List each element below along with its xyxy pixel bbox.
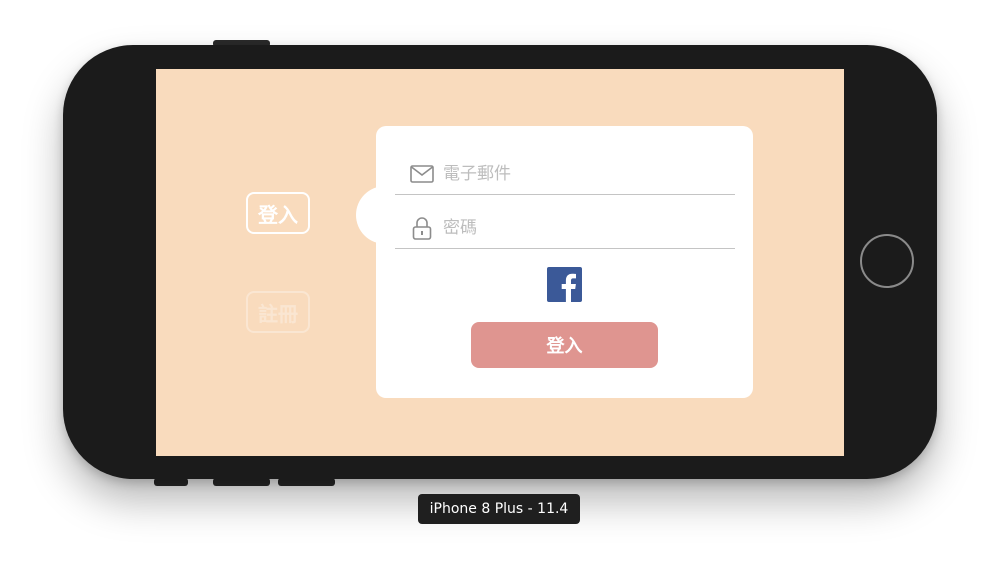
email-field-row [395,154,735,195]
password-input[interactable] [441,217,735,239]
side-button-2 [213,478,270,486]
envelope-icon [409,161,435,187]
login-submit-button[interactable]: 登入 [471,322,658,368]
facebook-icon[interactable] [547,267,582,302]
email-input[interactable] [441,163,735,185]
home-button[interactable] [860,234,914,288]
login-card: 登入 [376,126,753,398]
password-field-row [395,208,735,249]
app-screen: 登入 註冊 電子郵件 登入 [156,69,844,456]
device-label: iPhone 8 Plus - 11.4 [418,494,580,524]
side-button-1 [154,478,188,486]
tab-register[interactable]: 註冊 [246,291,310,333]
tab-login[interactable]: 登入 [246,192,310,234]
lock-icon [409,215,435,241]
side-button-3 [278,478,335,486]
